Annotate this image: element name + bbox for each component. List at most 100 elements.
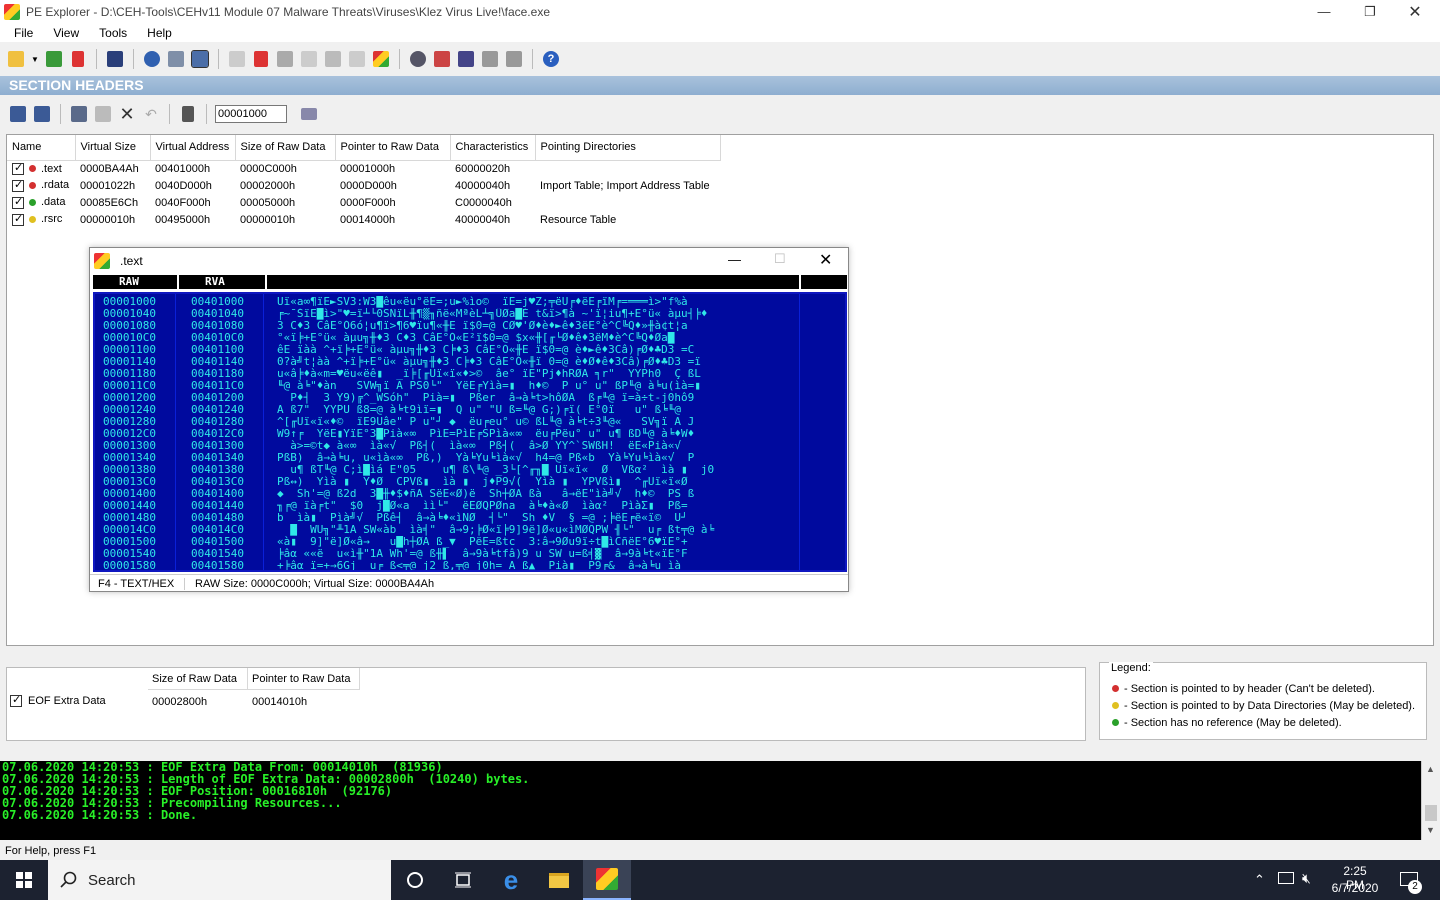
- reload-icon[interactable]: [44, 49, 64, 69]
- col-size-raw-data[interactable]: Size of Raw Data: [235, 135, 336, 161]
- hex-maximize-button[interactable]: ☐: [774, 251, 786, 267]
- legend-text: - Section is pointed to by Data Director…: [1124, 699, 1416, 712]
- info-icon[interactable]: [142, 49, 162, 69]
- menu-view[interactable]: View: [43, 26, 89, 40]
- log-scrollbar[interactable]: ▲ ▼: [1421, 761, 1440, 840]
- main-toolbar: ▼ ?: [0, 45, 1440, 73]
- undo-icon[interactable]: ↶: [141, 104, 161, 124]
- taskbar-search-label: Search: [88, 871, 136, 889]
- show-hidden-icons-icon[interactable]: ⌃: [1254, 872, 1265, 888]
- section-row[interactable]: .rdata 00001022h 0040D000h 00002000h 0000D00…: [7, 177, 720, 194]
- close-file-icon[interactable]: [68, 49, 88, 69]
- hex-column-header: RAW RVA: [93, 275, 847, 289]
- scroll-down-icon[interactable]: ▼: [1426, 825, 1435, 835]
- hex-col-divider: [177, 275, 179, 289]
- eof-raw-pointer: 00014010h: [252, 696, 308, 708]
- log-output[interactable]: 07.06.2020 14:20:53 : EOF Extra Data Fro…: [0, 761, 1421, 840]
- hex-rva-offset: 00401580: [191, 559, 244, 572]
- hex-text-row: b ìà▮ Pìà╝√ Pßê┤ â→à╘♦«ìNØ ┤└" Sh ♦V § =…: [277, 512, 688, 524]
- hex-minimize-button[interactable]: —: [728, 252, 741, 267]
- hex-text-row: ^[╓Uï«ï«♦© ïE9Uâe" P u"┘ ◆ ëu╒eu° u© ßL╙…: [277, 416, 695, 428]
- section-row[interactable]: .data 00085E6Ch 0040F000h 00005000h 0000F000…: [7, 194, 720, 211]
- taskbar-search-box[interactable]: Search: [48, 860, 391, 900]
- section-headers-icon[interactable]: [190, 49, 210, 69]
- hex-viewer-window: .text — ☐ ✕ RAW RVA 00001000 00401000 Uï«a…: [89, 247, 849, 592]
- resources-icon[interactable]: [275, 49, 295, 69]
- eof-row[interactable]: EOF Extra Data: [10, 693, 106, 707]
- disassembler-icon[interactable]: [371, 49, 391, 69]
- volume-icon[interactable]: 🔇︎: [1302, 870, 1311, 887]
- task-view-icon[interactable]: [439, 860, 487, 900]
- cortana-icon[interactable]: [391, 860, 439, 900]
- section-row[interactable]: .text 0000BA4Ah 00401000h 0000C000h 00001000…: [7, 160, 720, 177]
- hex-col-line: [175, 294, 176, 570]
- delete-section-icon[interactable]: ✕: [117, 104, 137, 124]
- eof-col-pointer[interactable]: Pointer to Raw Data: [248, 668, 360, 690]
- copy-section-icon[interactable]: [93, 104, 113, 124]
- col-pointing-directories[interactable]: Pointing Directories: [535, 135, 721, 161]
- hex-viewer-titlebar: .text — ☐ ✕: [90, 248, 848, 274]
- restore-button[interactable]: ❐: [1347, 0, 1393, 23]
- edge-browser-icon[interactable]: e: [487, 860, 535, 900]
- open-dropdown-icon[interactable]: ▼: [30, 49, 40, 69]
- col-characteristics[interactable]: Characteristics: [450, 135, 536, 161]
- col-pointer-raw-data[interactable]: Pointer to Raw Data: [335, 135, 451, 161]
- section-table: Name Virtual Size Virtual Address Size o…: [7, 135, 721, 228]
- tools-icon[interactable]: [432, 49, 452, 69]
- save-section-icon[interactable]: [8, 104, 28, 124]
- network-icon[interactable]: [1278, 872, 1294, 884]
- toolbar-separator: [532, 49, 533, 69]
- menu-tools[interactable]: Tools: [89, 26, 137, 40]
- section-checkbox[interactable]: [12, 195, 24, 209]
- file-explorer-icon[interactable]: [535, 860, 583, 900]
- minimize-button[interactable]: —: [1301, 0, 1347, 23]
- col-name[interactable]: Name: [7, 135, 76, 161]
- calculator-icon[interactable]: [178, 104, 198, 124]
- section-checkbox[interactable]: [12, 161, 24, 175]
- dependency-icon[interactable]: [299, 49, 319, 69]
- section-row[interactable]: .rsrc 00000010h 00495000h 00000010h 00014000…: [7, 211, 720, 228]
- eof-col-size[interactable]: Size of Raw Data: [148, 668, 248, 690]
- section-rawptr: 00014000h: [340, 213, 396, 226]
- save-all-sections-icon[interactable]: [32, 104, 52, 124]
- section-rawptr: 0000F000h: [340, 196, 396, 209]
- headers-icon[interactable]: [166, 49, 186, 69]
- menu-help[interactable]: Help: [137, 26, 182, 40]
- hex-text-row: PßB) â→à╘u, u«ìà«∞ Pß,) Yà╘Yu╘ìà«√ h4=@ …: [277, 452, 695, 464]
- section-dirs: [535, 194, 720, 211]
- section-name-cell[interactable]: .rsrc: [7, 211, 75, 228]
- help-icon[interactable]: ?: [541, 49, 561, 69]
- scroll-up-icon[interactable]: ▲: [1426, 764, 1435, 774]
- section-name-cell[interactable]: .rdata: [7, 177, 75, 194]
- clock-date[interactable]: 6/7/2020: [1330, 881, 1380, 895]
- section-name-cell[interactable]: .text: [7, 160, 75, 177]
- imports-icon[interactable]: [251, 49, 271, 69]
- pe-explorer-taskbar-icon[interactable]: [583, 860, 631, 900]
- address-input[interactable]: 00001000: [215, 105, 287, 123]
- save-icon[interactable]: [105, 49, 125, 69]
- compare-icon[interactable]: [456, 49, 476, 69]
- scroll-thumb[interactable]: [1425, 805, 1437, 821]
- eof-checkbox[interactable]: [10, 693, 22, 707]
- close-button[interactable]: ✕: [1392, 0, 1438, 23]
- gear-icon[interactable]: [408, 49, 428, 69]
- hex-status-info: RAW Size: 0000C000h; Virtual Size: 0000B…: [195, 577, 435, 590]
- windows-start-icon[interactable]: [0, 860, 48, 900]
- wizard-icon[interactable]: [480, 49, 500, 69]
- hex-close-button[interactable]: ✕: [819, 250, 832, 270]
- debug-icon[interactable]: [323, 49, 343, 69]
- section-checkbox[interactable]: [12, 212, 24, 226]
- options-icon[interactable]: [504, 49, 524, 69]
- menu-file[interactable]: File: [4, 26, 43, 40]
- hex-text-row: 0?à╝t¦àà ^+ï╞+E°ü« àµu╗╫♦3 C╞♦3 CâE°Ó«╫ï…: [277, 356, 701, 368]
- edit-section-icon[interactable]: [69, 104, 89, 124]
- section-checkbox[interactable]: [12, 178, 24, 192]
- relocations-icon[interactable]: [347, 49, 367, 69]
- open-icon[interactable]: [6, 49, 26, 69]
- hex-dump-area[interactable]: 00001000 00401000 Uï«a∞¶ïE►SV3:W3█êu«ëu°ëE…: [93, 292, 847, 572]
- col-virtual-address[interactable]: Virtual Address: [150, 135, 236, 161]
- go-to-address-icon[interactable]: [299, 104, 319, 124]
- section-name-cell[interactable]: .data: [7, 194, 75, 211]
- col-virtual-size[interactable]: Virtual Size: [75, 135, 151, 161]
- exports-icon[interactable]: [227, 49, 247, 69]
